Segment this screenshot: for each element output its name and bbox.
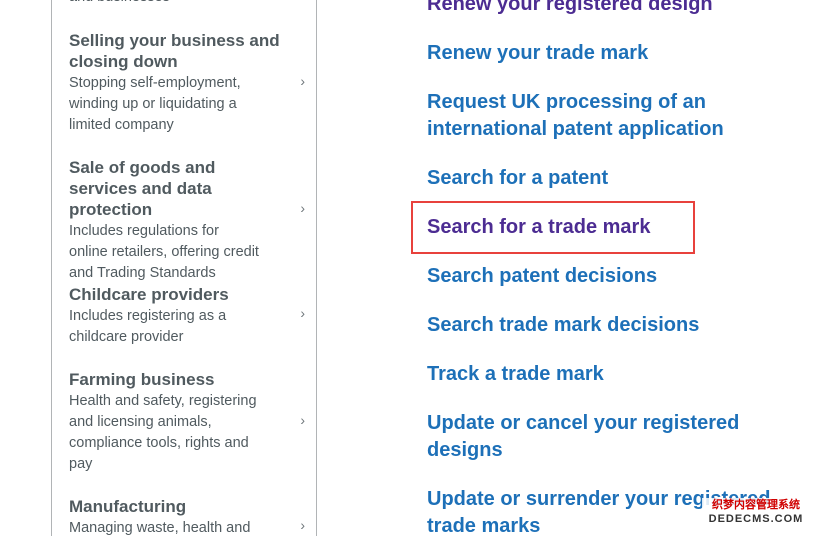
link-track-trade-mark[interactable]: Track a trade mark: [427, 361, 787, 388]
sidebar: and businesses Selling your business and…: [51, 0, 317, 536]
link-search-patent[interactable]: Search for a patent: [427, 165, 787, 192]
link-request-uk-processing[interactable]: Request UK processing of an internationa…: [427, 89, 787, 143]
link-search-trade-mark-decisions[interactable]: Search trade mark decisions: [427, 312, 787, 339]
sidebar-item-description: Managing waste, health and: [69, 520, 251, 536]
link-renew-registered-design[interactable]: Renew your registered design: [427, 0, 787, 18]
watermark: 织梦内容管理系统 DEDECMS.COM: [702, 498, 810, 532]
link-renew-trade-mark[interactable]: Renew your trade mark: [427, 40, 787, 67]
sidebar-item-title: Farming business: [69, 370, 215, 389]
sidebar-item-selling-business[interactable]: Selling your business and closing down S…: [69, 30, 315, 136]
sidebar-item-sale-of-goods[interactable]: Sale of goods and services and data prot…: [69, 157, 315, 284]
sidebar-item-title: Manufacturing: [69, 497, 187, 516]
sidebar-cut-text: and businesses: [69, 0, 170, 8]
sidebar-item-title: Selling your business and closing down: [69, 31, 280, 71]
page: and businesses Selling your business and…: [0, 0, 813, 536]
sidebar-item-description: Includes regulations for online retailer…: [69, 223, 259, 281]
chevron-right-icon: ›: [300, 200, 305, 216]
sidebar-item-farming[interactable]: Farming business Health and safety, regi…: [69, 369, 315, 475]
sidebar-item-title: Sale of goods and services and data prot…: [69, 158, 216, 219]
sidebar-item-description: Health and safety, registering and licen…: [69, 393, 257, 472]
chevron-right-icon: ›: [300, 305, 305, 321]
watermark-line1: 织梦内容管理系统: [712, 499, 800, 511]
chevron-right-icon: ›: [300, 412, 305, 428]
link-search-patent-decisions[interactable]: Search patent decisions: [427, 263, 787, 290]
sidebar-item-description: Stopping self-employment, winding up or …: [69, 75, 241, 133]
highlight-annotation-box: [411, 201, 695, 254]
sidebar-item-manufacturing[interactable]: Manufacturing Managing waste, health and…: [69, 496, 315, 536]
watermark-line2: DEDECMS.COM: [708, 513, 804, 525]
sidebar-item-childcare[interactable]: Childcare providers Includes registering…: [69, 284, 315, 348]
chevron-right-icon: ›: [300, 73, 305, 89]
sidebar-item-title: Childcare providers: [69, 285, 229, 304]
link-update-cancel-designs[interactable]: Update or cancel your registered designs: [427, 410, 787, 464]
chevron-right-icon: ›: [300, 517, 305, 533]
sidebar-item-description: Includes registering as a childcare prov…: [69, 308, 227, 345]
